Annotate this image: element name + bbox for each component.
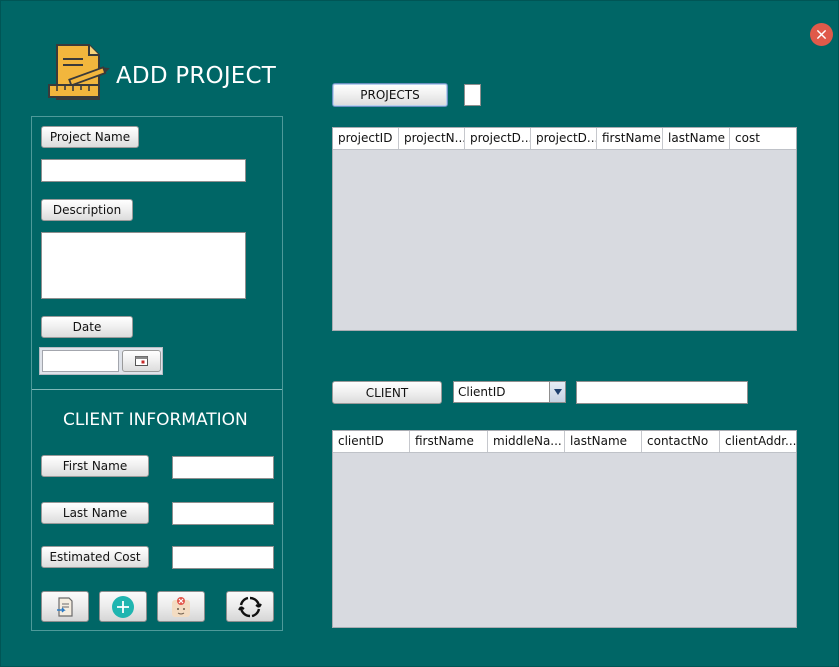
description-label-button[interactable]: Description xyxy=(41,199,133,221)
client-filter-value: ClientID xyxy=(458,385,506,399)
section-divider xyxy=(32,389,282,390)
column-header[interactable]: projectD... xyxy=(531,128,597,149)
column-header[interactable]: cost xyxy=(730,128,796,149)
estimated-cost-field[interactable] xyxy=(172,546,274,569)
client-filter-select[interactable]: ClientID xyxy=(453,381,566,403)
page-title: ADD PROJECT xyxy=(116,63,277,89)
refresh-button[interactable] xyxy=(226,591,274,622)
date-label-button[interactable]: Date xyxy=(41,316,133,338)
app-window: ADD PROJECT Project Name Description Dat… xyxy=(0,0,839,667)
first-name-label-button[interactable]: First Name xyxy=(41,455,149,477)
date-field[interactable] xyxy=(42,350,119,372)
date-picker xyxy=(39,347,163,375)
last-name-field[interactable] xyxy=(172,502,274,525)
refresh-icon xyxy=(238,596,262,617)
calendar-button[interactable] xyxy=(122,350,161,372)
calendar-icon xyxy=(135,356,148,366)
column-header[interactable]: clientID xyxy=(333,431,410,452)
project-logo-icon xyxy=(48,44,110,100)
client-information-title: CLIENT INFORMATION xyxy=(63,410,248,430)
column-header[interactable]: projectID xyxy=(333,128,399,149)
estimated-cost-label-button[interactable]: Estimated Cost xyxy=(41,546,149,568)
document-edit-icon xyxy=(57,596,73,617)
column-header[interactable]: firstName xyxy=(410,431,488,452)
chevron-down-icon xyxy=(549,382,565,402)
column-header[interactable]: middleNa... xyxy=(488,431,565,452)
delete-button[interactable] xyxy=(157,591,205,622)
first-name-field[interactable] xyxy=(172,456,274,479)
column-header[interactable]: clientAddr... xyxy=(720,431,796,452)
client-search-field[interactable] xyxy=(576,381,748,404)
description-field[interactable] xyxy=(41,232,246,299)
edit-document-button[interactable] xyxy=(41,591,89,622)
projects-table-header: projectID projectN... projectD... projec… xyxy=(333,128,796,150)
clients-table[interactable]: clientID firstName middleNa... lastName … xyxy=(332,430,797,628)
project-name-label-button[interactable]: Project Name xyxy=(41,126,139,148)
column-header[interactable]: firstName xyxy=(597,128,663,149)
projects-table[interactable]: projectID projectN... projectD... projec… xyxy=(332,127,797,331)
add-button[interactable] xyxy=(99,591,147,622)
close-button[interactable] xyxy=(810,23,833,46)
projects-search-field[interactable] xyxy=(464,84,481,106)
column-header[interactable]: projectN... xyxy=(399,128,465,149)
client-button[interactable]: CLIENT xyxy=(332,381,442,404)
column-header[interactable]: lastName xyxy=(663,128,730,149)
column-header[interactable]: contactNo xyxy=(642,431,720,452)
last-name-label-button[interactable]: Last Name xyxy=(41,502,149,524)
column-header[interactable]: lastName xyxy=(565,431,642,452)
projects-button[interactable]: PROJECTS xyxy=(332,83,448,107)
column-header[interactable]: projectD... xyxy=(465,128,531,149)
close-icon xyxy=(817,30,826,39)
delete-icon xyxy=(172,596,190,617)
project-name-field[interactable] xyxy=(41,159,246,182)
clients-table-header: clientID firstName middleNa... lastName … xyxy=(333,431,796,453)
plus-circle-icon xyxy=(112,595,134,618)
